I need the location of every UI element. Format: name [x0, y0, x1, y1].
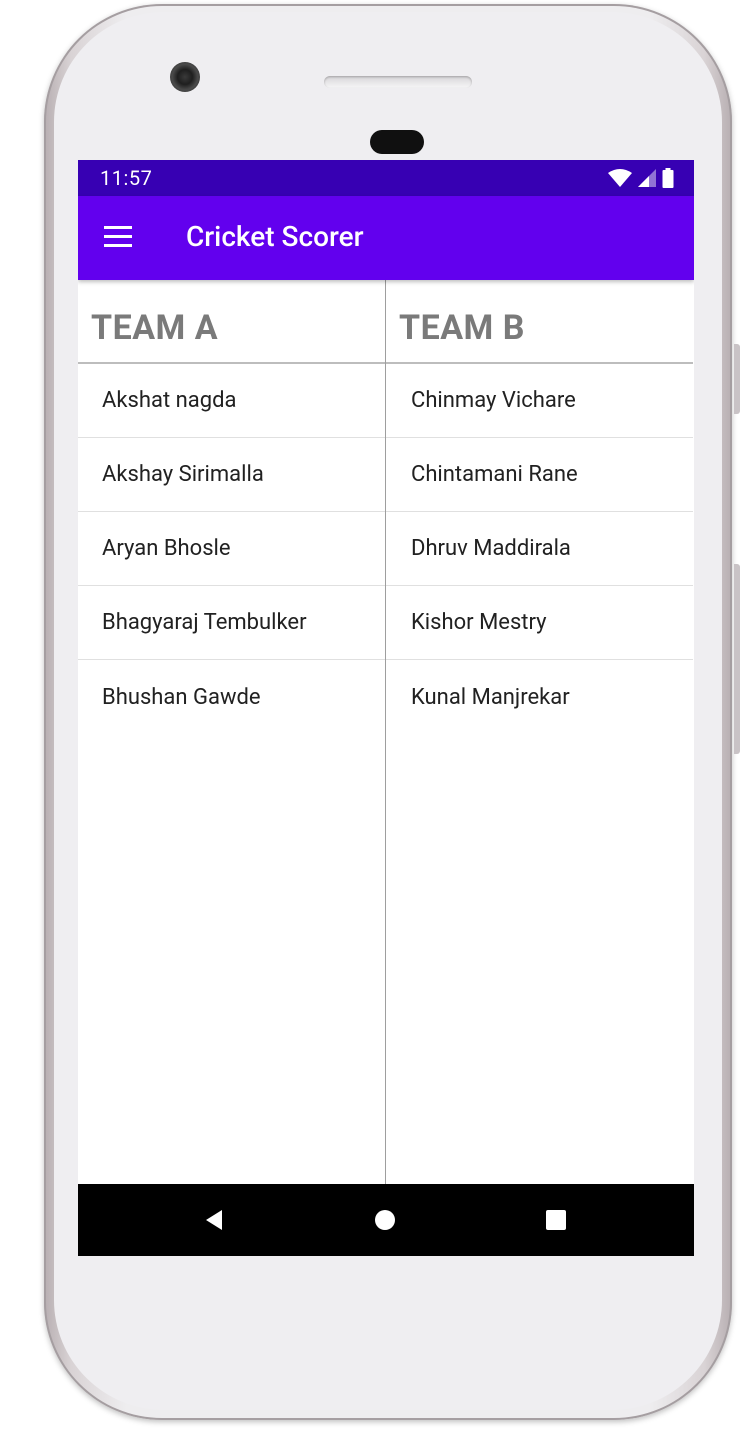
speaker-grill [324, 76, 472, 88]
wifi-icon [608, 169, 632, 187]
player-item[interactable]: Akshat nagda [78, 364, 385, 438]
player-item[interactable]: Bhushan Gawde [78, 660, 385, 734]
team-a-column: TEAM A Akshat nagda Akshay Sirimalla Ary… [78, 280, 385, 734]
player-item[interactable]: Aryan Bhosle [78, 512, 385, 586]
team-b-column: TEAM B Chinmay Vichare Chintamani Rane D… [386, 280, 693, 734]
front-camera [170, 62, 200, 92]
hamburger-menu-icon[interactable] [104, 226, 134, 250]
system-nav-bar [78, 1184, 694, 1256]
recents-square-icon[interactable] [540, 1204, 572, 1236]
power-button [734, 564, 740, 754]
player-item[interactable]: Dhruv Maddirala [386, 512, 693, 586]
player-item[interactable]: Kunal Manjrekar [386, 660, 693, 734]
player-item[interactable]: Bhagyaraj Tembulker [78, 586, 385, 660]
player-item[interactable]: Akshay Sirimalla [78, 438, 385, 512]
home-circle-icon[interactable] [369, 1204, 401, 1236]
app-title: Cricket Scorer [186, 220, 364, 253]
cell-signal-icon [638, 169, 656, 187]
status-time: 11:57 [100, 166, 153, 190]
status-icons [608, 168, 674, 188]
status-bar: 11:57 [78, 160, 694, 196]
player-item[interactable]: Chinmay Vichare [386, 364, 693, 438]
earpiece [370, 130, 424, 154]
app-bar: Cricket Scorer [78, 196, 694, 280]
device-screen: 11:57 Cricket Scorer TEAM A Akshat nagda… [78, 160, 694, 1256]
teams-content: TEAM A Akshat nagda Akshay Sirimalla Ary… [78, 280, 694, 1184]
player-item[interactable]: Kishor Mestry [386, 586, 693, 660]
volume-button [734, 344, 740, 414]
team-a-header: TEAM A [78, 280, 385, 364]
team-b-header: TEAM B [386, 280, 693, 364]
battery-icon [662, 168, 674, 188]
player-item[interactable]: Chintamani Rane [386, 438, 693, 512]
back-triangle-icon[interactable] [198, 1204, 230, 1236]
